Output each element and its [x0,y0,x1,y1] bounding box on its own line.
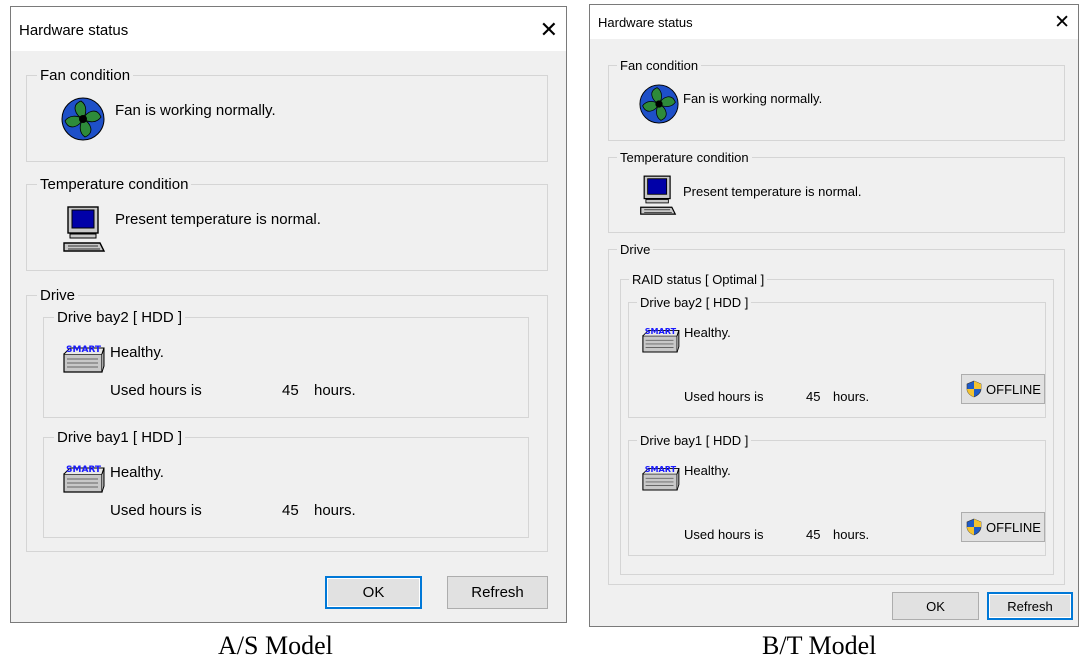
temperature-condition-legend: Temperature condition [37,176,192,193]
computer-icon [63,206,106,252]
fan-status-text: Fan is working normally. [683,91,823,106]
drive-bay1-hours: 45 [282,502,299,519]
smart-drive-icon: SMART [63,345,105,373]
drive-bay1-offline-button[interactable]: OFFLINE [961,512,1045,542]
dialog-title: Hardware status [19,22,129,39]
fan-condition-group: Fan condition Fan is working normally. [26,67,548,162]
drive-bay1-group: Drive bay1 [ HDD ] SMART Healthy. Used h… [43,429,529,538]
svg-text:SMART: SMART [645,326,677,336]
fan-condition-group: Fan condition Fan is working normally. [608,58,1065,141]
close-icon[interactable]: ✕ [1054,11,1070,34]
fan-icon [639,84,679,124]
drive-bay2-group: Drive bay2 [ HDD ] SMART Healthy. Used h… [628,295,1046,418]
dialog-title: Hardware status [598,15,693,30]
title-bar: Hardware status ✕ [590,5,1078,39]
temperature-status-text: Present temperature is normal. [115,211,321,228]
smart-drive-icon: SMART [642,464,680,491]
refresh-button[interactable]: Refresh [987,592,1073,620]
refresh-button[interactable]: Refresh [447,576,548,609]
fan-icon [61,97,105,141]
drive-bay2-legend: Drive bay2 [ HDD ] [637,295,752,310]
drive-bay1-hours: 45 [806,527,821,542]
fan-status-text: Fan is working normally. [115,102,276,119]
drive-bay2-hours: 45 [806,389,821,404]
drive-bay2-offline-label: OFFLINE [986,381,1041,397]
drive-bay1-offline-label: OFFLINE [986,519,1041,535]
drive-bay1-legend: Drive bay1 [ HDD ] [637,433,752,448]
drive-bay2-group: Drive bay2 [ HDD ] SMART Healthy. Used h… [43,309,529,418]
temperature-condition-group: Temperature condition Present temperatur… [26,176,548,271]
ok-button[interactable]: OK [892,592,979,620]
raid-status-legend: RAID status [ Optimal ] [629,272,768,287]
svg-text:SMART: SMART [66,465,102,475]
temperature-condition-legend: Temperature condition [617,150,752,165]
drive-bay1-group: Drive bay1 [ HDD ] SMART Healthy. Used h… [628,433,1046,556]
drive-bay1-hours-unit: hours. [314,502,356,519]
drive-group: Drive Drive bay2 [ HDD ] SMART Healthy. … [26,287,548,552]
drive-bay2-legend: Drive bay2 [ HDD ] [54,309,186,326]
hardware-status-dialog-as: Hardware status ✕ Fan condition Fan is w… [10,6,567,623]
caption-as-model: A/S Model [218,631,333,660]
close-icon[interactable]: ✕ [540,17,558,43]
drive-bay1-legend: Drive bay1 [ HDD ] [54,429,186,446]
hardware-status-dialog-bt: Hardware status ✕ Fan condition Fan is w… [589,4,1079,627]
smart-drive-icon: SMART [642,326,680,353]
drive-legend: Drive [37,287,79,304]
title-bar: Hardware status ✕ [11,7,566,51]
temperature-condition-group: Temperature condition Present temperatur… [608,150,1065,233]
svg-text:SMART: SMART [66,345,102,355]
computer-icon [640,175,677,215]
drive-bay2-hours-unit: hours. [314,382,356,399]
drive-bay2-offline-button[interactable]: OFFLINE [961,374,1045,404]
drive-bay1-health: Healthy. [684,463,731,478]
temperature-status-text: Present temperature is normal. [683,184,862,199]
drive-bay2-hours: 45 [282,382,299,399]
fan-condition-legend: Fan condition [617,58,702,73]
smart-drive-icon: SMART [63,465,105,493]
shield-icon [966,518,982,536]
drive-group: Drive RAID status [ Optimal ] Drive bay2… [608,242,1065,585]
drive-bay2-hours-unit: hours. [833,389,870,404]
raid-status-group: RAID status [ Optimal ] Drive bay2 [ HDD… [620,272,1054,575]
svg-text:SMART: SMART [645,464,677,474]
caption-bt-model: B/T Model [762,631,877,660]
drive-legend: Drive [617,242,654,257]
shield-icon [966,380,982,398]
drive-bay2-used-label: Used hours is [684,389,764,404]
drive-bay2-used-label: Used hours is [110,382,202,399]
drive-bay2-health: Healthy. [684,325,731,340]
drive-bay1-used-label: Used hours is [110,502,202,519]
fan-condition-legend: Fan condition [37,67,134,84]
drive-bay2-health: Healthy. [110,344,164,361]
drive-bay1-health: Healthy. [110,464,164,481]
drive-bay1-hours-unit: hours. [833,527,870,542]
ok-button[interactable]: OK [325,576,422,609]
drive-bay1-used-label: Used hours is [684,527,764,542]
